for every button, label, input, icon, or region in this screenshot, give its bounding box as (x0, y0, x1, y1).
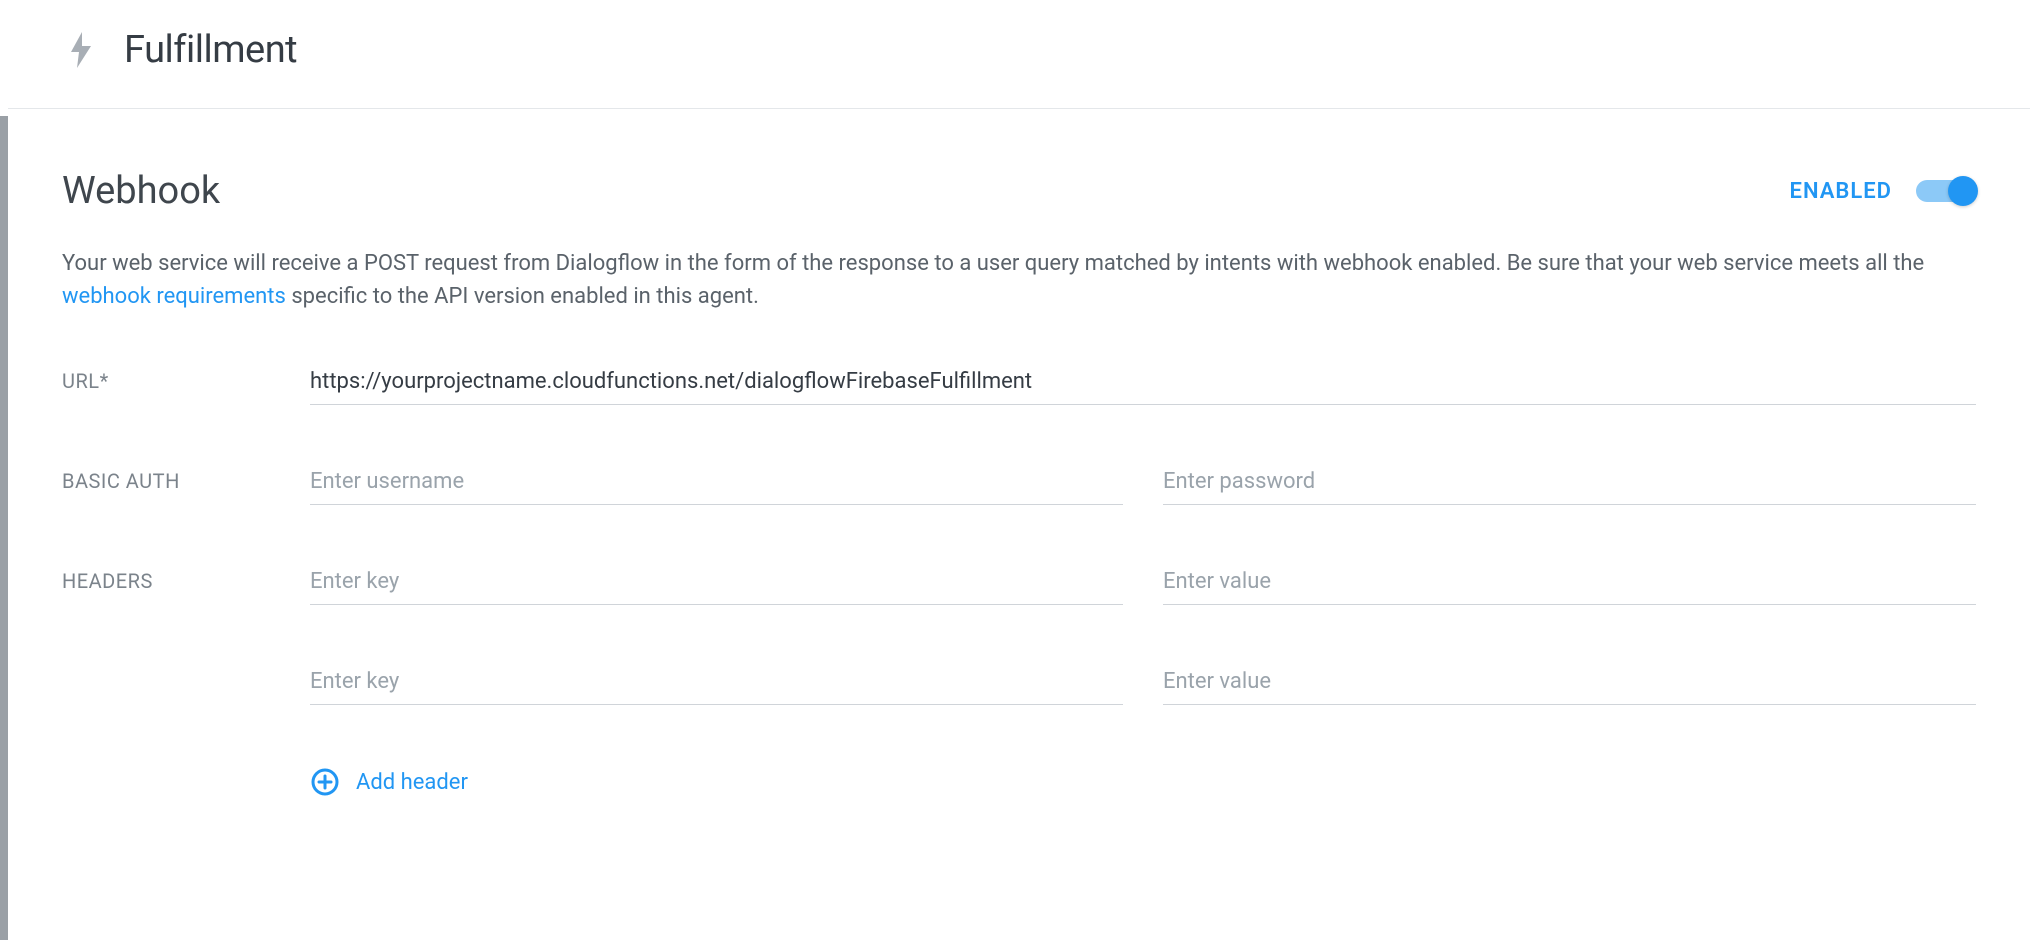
url-input[interactable] (310, 363, 1976, 405)
basic-auth-label: BASIC AUTH (62, 463, 310, 493)
webhook-section: Webhook ENABLED Your web service will re… (8, 109, 2030, 797)
webhook-requirements-link[interactable]: webhook requirements (62, 284, 286, 309)
webhook-toggle[interactable] (1916, 178, 1976, 204)
password-input[interactable] (1163, 463, 1976, 505)
headers-row: HEADERS (62, 563, 1976, 797)
header-key-input[interactable] (310, 663, 1123, 705)
header-value-input[interactable] (1163, 663, 1976, 705)
webhook-toggle-wrap: ENABLED (1790, 178, 1976, 204)
url-label: URL* (62, 363, 310, 393)
username-input[interactable] (310, 463, 1123, 505)
url-row: URL* (62, 363, 1976, 405)
plus-circle-icon (310, 767, 340, 797)
bolt-icon (66, 31, 96, 69)
basic-auth-row: BASIC AUTH (62, 463, 1976, 505)
webhook-title: Webhook (62, 169, 220, 213)
left-rail-scrollbar[interactable] (0, 116, 8, 940)
headers-label: HEADERS (62, 563, 310, 593)
add-header-label: Add header (356, 770, 468, 795)
add-header-button[interactable]: Add header (310, 767, 1976, 797)
webhook-section-header: Webhook ENABLED (62, 169, 1976, 213)
page-title: Fulfillment (124, 28, 297, 72)
header-key-input[interactable] (310, 563, 1123, 605)
fulfillment-page: Fulfillment Webhook ENABLED Your web ser… (0, 0, 2030, 797)
page-header: Fulfillment (8, 0, 2030, 109)
header-value-input[interactable] (1163, 563, 1976, 605)
webhook-description: Your web service will receive a POST req… (62, 247, 1976, 313)
webhook-description-pre: Your web service will receive a POST req… (62, 251, 1924, 276)
webhook-toggle-label: ENABLED (1790, 179, 1892, 204)
webhook-description-post: specific to the API version enabled in t… (286, 284, 759, 309)
